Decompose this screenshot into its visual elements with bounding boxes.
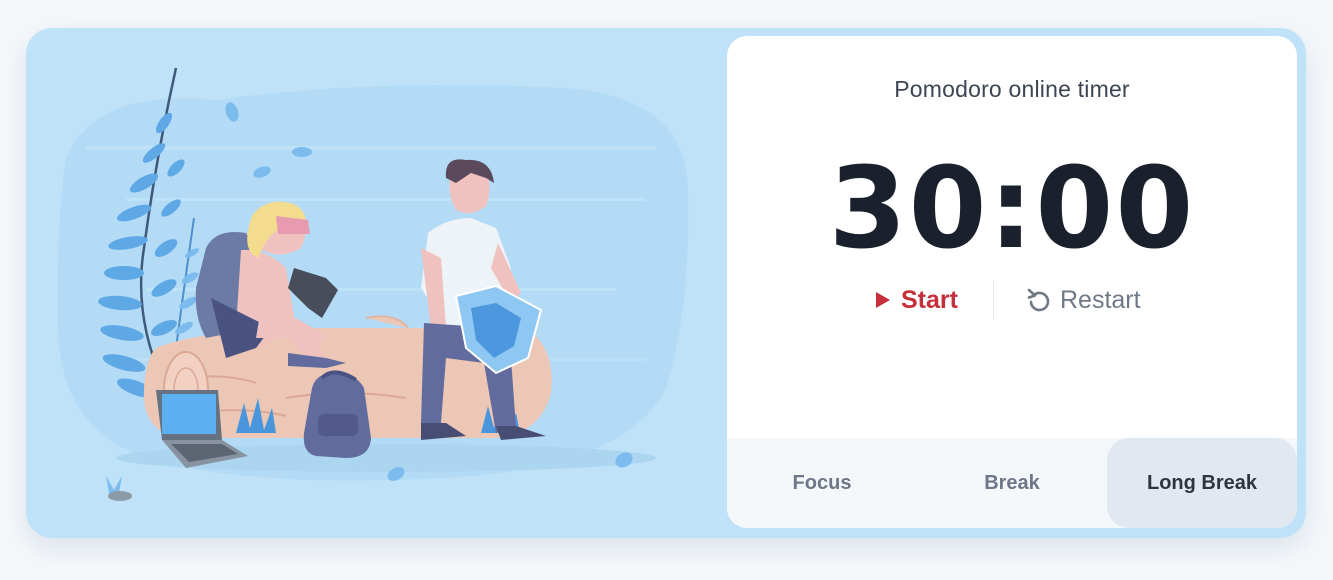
tab-long-break[interactable]: Long Break [1107, 438, 1297, 528]
pomodoro-card: Pomodoro online timer 30:00 Start Restar… [26, 28, 1306, 538]
restart-label: Restart [1060, 285, 1141, 314]
tab-focus[interactable]: Focus [727, 438, 917, 528]
page-title: Pomodoro online timer [894, 76, 1130, 102]
hikers-illustration [57, 67, 689, 501]
play-icon [876, 292, 890, 308]
start-button[interactable]: Start [875, 280, 958, 320]
controls-divider [993, 280, 994, 320]
timer-display: 30:00 [828, 144, 1196, 274]
mode-tabs: Focus Break Long Break [727, 438, 1297, 528]
restart-icon [1027, 288, 1050, 312]
tab-break[interactable]: Break [917, 438, 1107, 528]
start-label: Start [901, 285, 958, 314]
timer-controls: Start Restart [727, 280, 1297, 320]
restart-button[interactable]: Restart [1027, 280, 1141, 320]
timer-panel: Pomodoro online timer 30:00 Start Restar… [727, 36, 1297, 528]
